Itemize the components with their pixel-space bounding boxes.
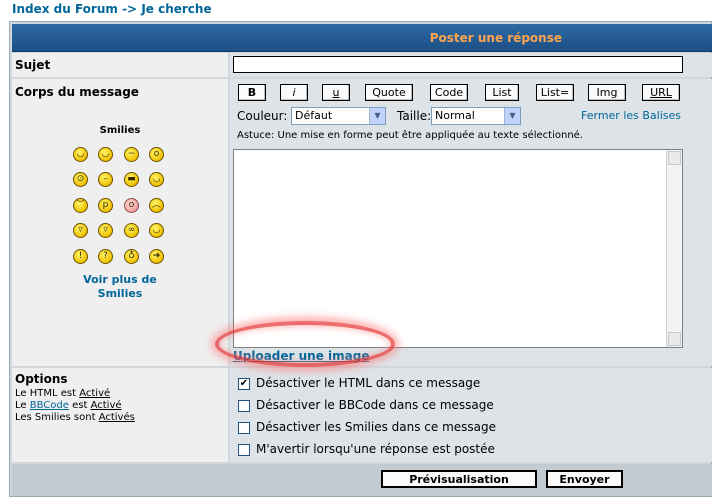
smiley-grin-icon[interactable]: ◡ xyxy=(73,147,88,162)
more-smilies-link[interactable]: Voir plus de Smilies xyxy=(12,273,228,301)
smiley-neutral-icon[interactable]: – xyxy=(98,172,113,187)
bbcode-help-link[interactable]: BBCode xyxy=(30,400,69,411)
notify-reply-checkbox[interactable] xyxy=(238,444,250,456)
url-button[interactable]: URL xyxy=(642,84,680,101)
disable-smilies-label: Désactiver les Smilies dans ce message xyxy=(256,420,497,434)
breadcrumb: Index du Forum -> Je cherche xyxy=(12,2,212,16)
italic-button[interactable]: i xyxy=(280,84,308,101)
smiley-evil-icon[interactable]: ▿ xyxy=(73,223,88,238)
disable-bbcode-label: Désactiver le BBCode dans ce message xyxy=(256,398,494,412)
smiley-razz-icon[interactable]: p xyxy=(98,198,113,213)
message-scrollbar[interactable] xyxy=(666,150,682,347)
quote-button[interactable]: Quote xyxy=(365,84,413,101)
close-tags-link[interactable]: Fermer les Balises xyxy=(581,109,681,122)
send-button[interactable]: Envoyer xyxy=(546,470,623,488)
smiley-cool-icon[interactable]: ▬ xyxy=(124,172,139,187)
disable-smilies-checkbox[interactable] xyxy=(238,422,250,434)
upload-image-link[interactable]: Uploader une image xyxy=(233,349,369,363)
preview-button[interactable]: Prévisualisation xyxy=(381,470,537,488)
smilies-status-prefix: Les Smilies sont xyxy=(15,412,96,423)
smiley-laugh-icon[interactable]: ◡ xyxy=(149,172,164,187)
underline-button[interactable]: u xyxy=(322,84,350,101)
subject-input[interactable] xyxy=(233,56,683,73)
formatting-tip: Astuce: Une mise en forme peut être appl… xyxy=(237,130,583,141)
breadcrumb-separator: -> xyxy=(122,2,138,16)
smiley-sad-icon[interactable]: ︵ xyxy=(149,198,164,213)
more-smilies-line2: Smilies xyxy=(97,287,143,300)
bold-button[interactable]: B xyxy=(238,84,266,101)
smiley-question-icon[interactable]: ? xyxy=(98,249,113,264)
body-label: Corps du message xyxy=(15,85,139,99)
smiley-mad-icon[interactable]: ︶ xyxy=(73,198,88,213)
disable-html-checkbox[interactable]: ✔ xyxy=(238,378,250,390)
more-smilies-line1: Voir plus de xyxy=(83,273,157,286)
list-button[interactable]: List xyxy=(485,84,519,101)
smiley-confused-icon[interactable]: ~ xyxy=(124,147,139,162)
smiley-idea-icon[interactable]: ♁ xyxy=(124,249,139,264)
subject-label-cell: Sujet xyxy=(12,53,228,77)
smiley-wink-icon[interactable]: ◡ xyxy=(149,223,164,238)
body-label-cell: Corps du message Smilies ◡ ◡ ~ o ⊙ – ▬ ◡… xyxy=(12,79,228,366)
smiley-twisted-icon[interactable]: ▿ xyxy=(98,223,113,238)
smiley-eek-icon[interactable]: ⊙ xyxy=(73,172,88,187)
html-status-prefix: Le HTML est xyxy=(15,388,77,399)
options-status: Le HTML est Activé Le BBCode est Activé … xyxy=(15,388,135,424)
smiley-smile-icon[interactable]: ◡ xyxy=(98,147,113,162)
smiley-exclaim-icon[interactable]: ! xyxy=(73,249,88,264)
scroll-up-arrow[interactable] xyxy=(668,151,681,165)
smiley-surprised-icon[interactable]: o xyxy=(149,147,164,162)
message-textarea[interactable] xyxy=(233,149,683,348)
subject-label: Sujet xyxy=(15,58,51,72)
smiley-embarrassed-icon[interactable]: o xyxy=(124,198,139,213)
bbcode-status-prefix: Le xyxy=(15,400,27,411)
code-button[interactable]: Code xyxy=(430,84,468,101)
smilies-status-link[interactable]: Activés xyxy=(99,412,135,423)
list-ordered-button[interactable]: List= xyxy=(536,84,574,101)
color-label: Couleur: xyxy=(237,109,288,123)
size-label: Taille: xyxy=(397,109,432,123)
size-select[interactable]: Normal ▼ xyxy=(431,107,521,125)
page-title: Poster une réponse xyxy=(429,30,562,45)
chevron-down-icon: ▼ xyxy=(369,108,385,124)
smiley-arrow-icon[interactable]: ➜ xyxy=(149,249,164,264)
html-status-link[interactable]: Activé xyxy=(79,388,110,399)
bbcode-status-link[interactable]: Activé xyxy=(91,400,122,411)
options-title: Options xyxy=(15,372,68,386)
post-reply-form: Poster une réponse Sujet Corps du messag… xyxy=(9,21,712,497)
form-header: Poster une réponse xyxy=(12,24,712,52)
bbcode-status-mid: est xyxy=(72,400,88,411)
size-select-value: Normal xyxy=(435,109,475,122)
smiley-rolleyes-icon[interactable]: ∞ xyxy=(124,223,139,238)
notify-reply-label: M'avertir lorsqu'une réponse est postée xyxy=(256,442,495,456)
topic-link[interactable]: Je cherche xyxy=(141,2,211,16)
color-select[interactable]: Défaut ▼ xyxy=(291,107,386,125)
disable-html-label: Désactiver le HTML dans ce message xyxy=(256,376,481,390)
options-label-cell: Options Le HTML est Activé Le BBCode est… xyxy=(12,368,228,462)
chevron-down-icon: ▼ xyxy=(504,108,520,124)
disable-bbcode-checkbox[interactable] xyxy=(238,400,250,412)
img-button[interactable]: Img xyxy=(588,84,626,101)
forum-index-link[interactable]: Index du Forum xyxy=(12,2,118,16)
smilies-title: Smilies xyxy=(99,125,141,136)
scroll-down-arrow[interactable] xyxy=(668,332,681,346)
color-select-value: Défaut xyxy=(295,109,333,122)
